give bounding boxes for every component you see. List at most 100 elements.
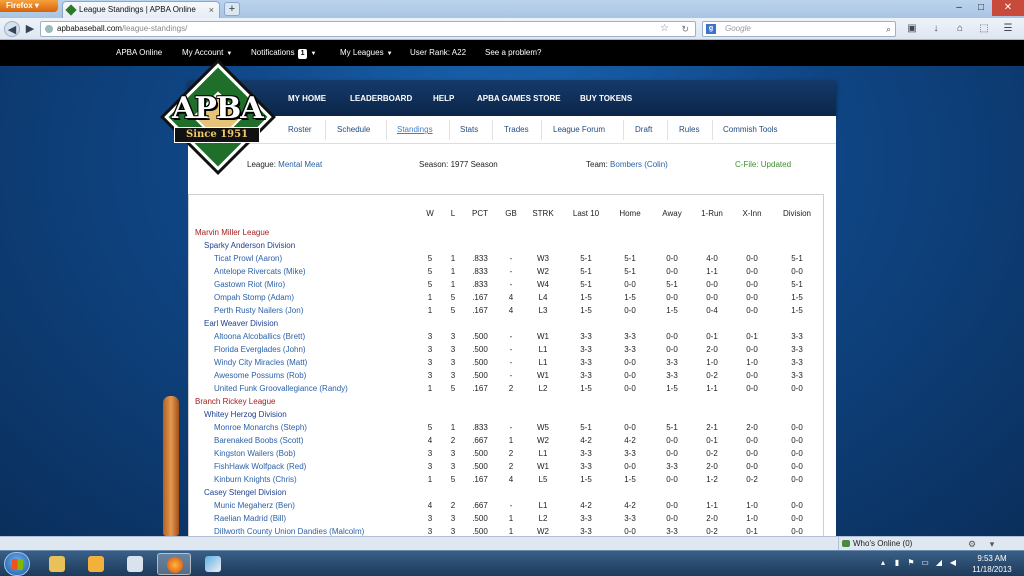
my-account-menu[interactable]: My Account ▼ (182, 40, 232, 66)
team-link[interactable]: Florida Everglades (John) (214, 343, 306, 356)
team-link[interactable]: Dillworth County Union Dandies (Malcolm) (214, 525, 364, 536)
reload-icon[interactable]: ↻ (681, 22, 689, 36)
team-link[interactable]: Kingston Wailers (Bob) (214, 447, 296, 460)
table-cell: 2 (508, 449, 514, 458)
column-header: L (450, 209, 456, 218)
menu-icon[interactable]: ☰ (1000, 21, 1016, 37)
search-icon[interactable]: ⌕ (886, 22, 891, 36)
see-a-problem-link[interactable]: See a problem? (485, 40, 541, 66)
table-cell: - (509, 280, 513, 289)
table-cell: 0-2 (746, 475, 758, 484)
tab-trades[interactable]: Trades (504, 116, 529, 144)
team-link[interactable]: Kinburn Knights (Chris) (214, 473, 297, 486)
screenshot-icon[interactable]: ▣ (904, 21, 920, 37)
tab-standings[interactable]: Standings (397, 116, 433, 144)
table-cell: .167 (472, 475, 488, 484)
apba-favicon-icon (65, 4, 77, 16)
firefox-button[interactable] (157, 553, 191, 575)
table-row: FishHawk Wolfpack (Red) 3 3 .500 2 W1 3-3 0-0 3-… (189, 460, 823, 473)
team-link[interactable]: Monroe Monarchs (Steph) (214, 421, 307, 434)
back-icon[interactable]: ◀ (4, 21, 20, 37)
table-cell: 1-1 (706, 384, 718, 393)
table-cell: 1 (427, 306, 433, 315)
team-link[interactable]: United Funk Groovallegiance (Randy) (214, 382, 348, 395)
forward-icon[interactable]: ▶ (22, 21, 38, 37)
apba-logo[interactable]: APBA Since 1951 (164, 63, 272, 171)
battery-icon[interactable]: ▭ (920, 558, 930, 568)
brand-link[interactable]: APBA Online (116, 40, 162, 66)
tab-close-icon[interactable]: × (209, 2, 214, 18)
table-cell: W2 (537, 267, 549, 276)
divider (712, 120, 713, 140)
star-icon[interactable]: ☆ (660, 22, 669, 36)
table-row: Dillworth County Union Dandies (Malcolm)… (189, 525, 823, 536)
close-window-icon[interactable]: ✕ (992, 0, 1024, 16)
team-link[interactable]: Altoona Alcoballics (Brett) (214, 330, 305, 343)
table-cell: 1 (450, 423, 456, 432)
team-link[interactable]: Windy City Miracles (Matt) (214, 356, 307, 369)
new-tab-button[interactable]: + (224, 2, 240, 16)
league-link[interactable]: Mental Meat (278, 160, 322, 169)
search-input[interactable]: g Google ⌕ (702, 21, 896, 37)
addon-icon[interactable]: ⬚ (976, 21, 992, 37)
team-link[interactable]: Ticat Prowl (Aaron) (214, 252, 282, 265)
tab-schedule[interactable]: Schedule (337, 116, 370, 144)
start-button[interactable] (4, 552, 30, 576)
team-link[interactable]: Antelope Rivercats (Mike) (214, 265, 306, 278)
firefox-menu-button[interactable]: Firefox ▾ (0, 0, 58, 12)
notepad-icon (127, 556, 143, 572)
maximize-icon[interactable]: □ (970, 0, 992, 16)
tab-roster[interactable]: Roster (288, 116, 312, 144)
settings-icon[interactable]: ⚙ (964, 537, 980, 551)
tab-stats[interactable]: Stats (460, 116, 478, 144)
table-cell: 2-0 (706, 514, 718, 523)
team-link[interactable]: Munic Megaherz (Ben) (214, 499, 295, 512)
notepad-button[interactable] (118, 553, 152, 575)
team-link[interactable]: Gastown Riot (Miro) (214, 278, 285, 291)
table-cell: 0-1 (746, 527, 758, 536)
wifi-icon[interactable]: ◢ (934, 558, 944, 568)
google-icon[interactable]: g (706, 24, 716, 34)
tab-draft[interactable]: Draft (635, 116, 652, 144)
logo-since-ribbon: Since 1951 (174, 127, 260, 143)
system-clock[interactable]: 9:53 AM 11/18/2013 (966, 553, 1018, 575)
tab-rules[interactable]: Rules (679, 116, 699, 144)
team-link[interactable]: Barenaked Boobs (Scott) (214, 434, 303, 447)
volume-icon[interactable]: ◀ (948, 558, 958, 568)
column-header: Away (662, 209, 682, 218)
notifications-menu[interactable]: Notifications 1 ▼ (251, 40, 316, 66)
table-cell: 0-0 (666, 475, 678, 484)
my-leagues-menu[interactable]: My Leagues ▼ (340, 40, 393, 66)
nav-my-home[interactable]: MY HOME (288, 80, 326, 116)
collapse-icon[interactable]: ▾ (984, 537, 1000, 551)
team-link[interactable]: Perth Rusty Nailers (Jon) (214, 304, 303, 317)
home-icon[interactable]: ⌂ (952, 21, 968, 37)
mail-button[interactable] (79, 553, 113, 575)
team-link[interactable]: Raelian Madrid (Bill) (214, 512, 286, 525)
team-link[interactable]: Ompah Stomp (Adam) (214, 291, 294, 304)
show-hidden-icon[interactable]: ▴ (878, 558, 888, 568)
url-bar[interactable]: apbabaseball.com/league-standings/ ☆ ↻ (40, 21, 696, 37)
nav-buy-tokens[interactable]: BUY TOKENS (580, 80, 632, 116)
team-link[interactable]: FishHawk Wolfpack (Red) (214, 460, 306, 473)
file-explorer-button[interactable] (40, 553, 74, 575)
table-cell: 0-2 (706, 371, 718, 380)
whos-online-button[interactable]: Who's Online (0) (838, 537, 962, 551)
table-cell: .667 (472, 436, 488, 445)
action-center-icon[interactable]: ⚑ (906, 558, 916, 568)
tab-commish-tools[interactable]: Commish Tools (723, 116, 778, 144)
nav-help[interactable]: HELP (433, 80, 454, 116)
network-icon[interactable]: ▮ (892, 558, 902, 568)
logo-wordmark: APBA (172, 91, 263, 126)
tab-league-forum[interactable]: League Forum (553, 116, 605, 144)
league-name: Marvin Miller League (195, 228, 270, 237)
team-link[interactable]: Bombers (Colin) (610, 160, 668, 169)
nav-leaderboard[interactable]: LEADERBOARD (350, 80, 412, 116)
table-cell: 0-0 (624, 358, 636, 367)
browser-tab[interactable]: League Standings | APBA Online × (62, 1, 220, 18)
paint-button[interactable] (196, 553, 230, 575)
nav-games-store[interactable]: APBA GAMES STORE (477, 80, 561, 116)
download-icon[interactable]: ↓ (928, 21, 944, 37)
minimize-icon[interactable]: – (948, 0, 970, 16)
team-link[interactable]: Awesome Possums (Rob) (214, 369, 306, 382)
